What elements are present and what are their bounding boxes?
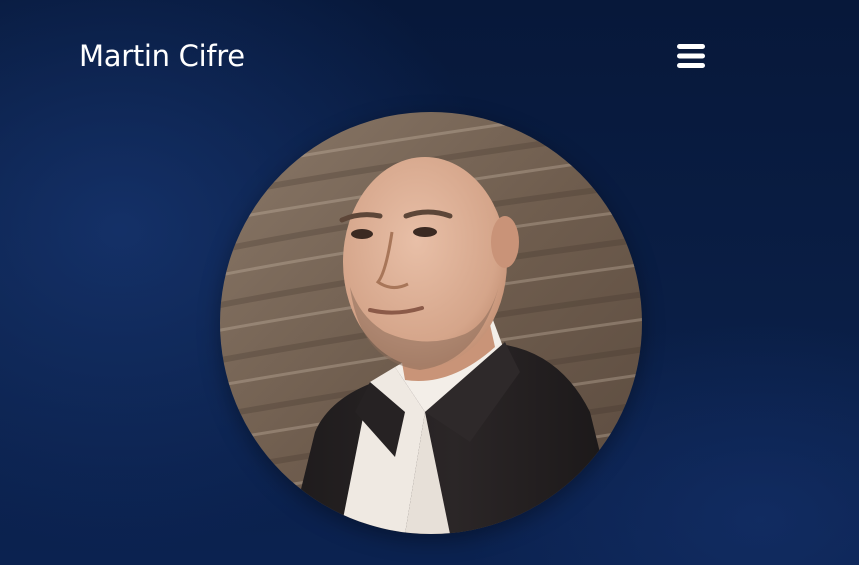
portrait-illustration (220, 112, 642, 534)
site-header: Martin Cifre (0, 0, 859, 110)
site-title[interactable]: Martin Cifre (79, 38, 245, 74)
menu-button[interactable] (672, 40, 710, 72)
profile-photo (220, 112, 642, 534)
hamburger-menu-icon (677, 44, 705, 68)
